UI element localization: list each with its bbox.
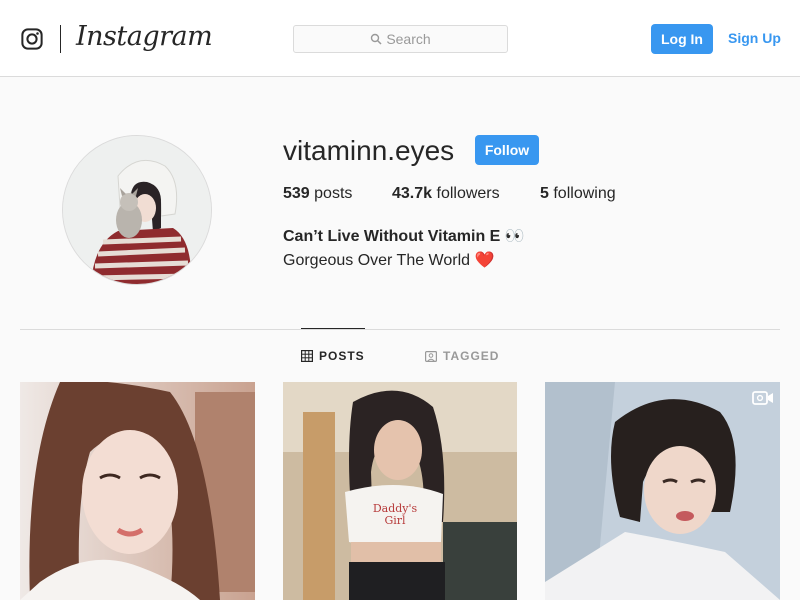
nav-divider [60, 25, 61, 53]
video-icon [752, 391, 773, 405]
tab-tagged[interactable]: TAGGED [425, 349, 499, 363]
tab-tagged-label: TAGGED [443, 349, 500, 363]
tab-posts-label: POSTS [319, 349, 365, 363]
svg-text:Girl: Girl [384, 514, 406, 527]
top-nav: Instagram Search Log In Sign Up [0, 0, 800, 77]
post-thumbnail[interactable] [20, 382, 255, 600]
heart-emoji: ❤️ [474, 252, 495, 269]
stat-following[interactable]: 5 following [540, 185, 616, 203]
bio-text-content: Gorgeous Over The World [283, 252, 471, 269]
stat-followers[interactable]: 43.7k followers [392, 185, 500, 203]
instagram-glyph-icon[interactable] [21, 28, 43, 50]
profile-username: vitaminn.eyes [283, 135, 455, 166]
stat-posts-label: posts [314, 185, 353, 202]
instagram-wordmark[interactable]: Instagram [76, 21, 213, 52]
follow-button[interactable]: Follow [475, 135, 539, 165]
avatar[interactable] [62, 135, 212, 285]
grid-icon [301, 350, 313, 362]
search-icon [371, 33, 382, 45]
bio-name: Can’t Live Without Vitamin E 👀 [283, 228, 525, 245]
stat-posts: 539 posts [283, 185, 352, 203]
tagged-person-icon [425, 351, 437, 362]
signup-link[interactable]: Sign Up [728, 30, 781, 46]
stat-followers-value: 43.7k [392, 185, 433, 202]
stat-following-value: 5 [540, 185, 549, 202]
search-placeholder: Search [386, 31, 431, 47]
post-thumbnail[interactable] [545, 382, 780, 600]
stat-following-label: following [553, 185, 616, 202]
tab-posts[interactable]: POSTS [301, 349, 365, 363]
stat-followers-label: followers [436, 185, 500, 202]
post-thumbnail[interactable]: Daddy's Girl [283, 382, 518, 600]
tabs-divider [20, 329, 780, 330]
search-input[interactable]: Search [293, 25, 508, 53]
login-button[interactable]: Log In [651, 24, 713, 54]
active-tab-indicator [301, 328, 365, 329]
stat-posts-value: 539 [283, 185, 310, 202]
bio-text: Gorgeous Over The World ❤️ [283, 250, 494, 270]
